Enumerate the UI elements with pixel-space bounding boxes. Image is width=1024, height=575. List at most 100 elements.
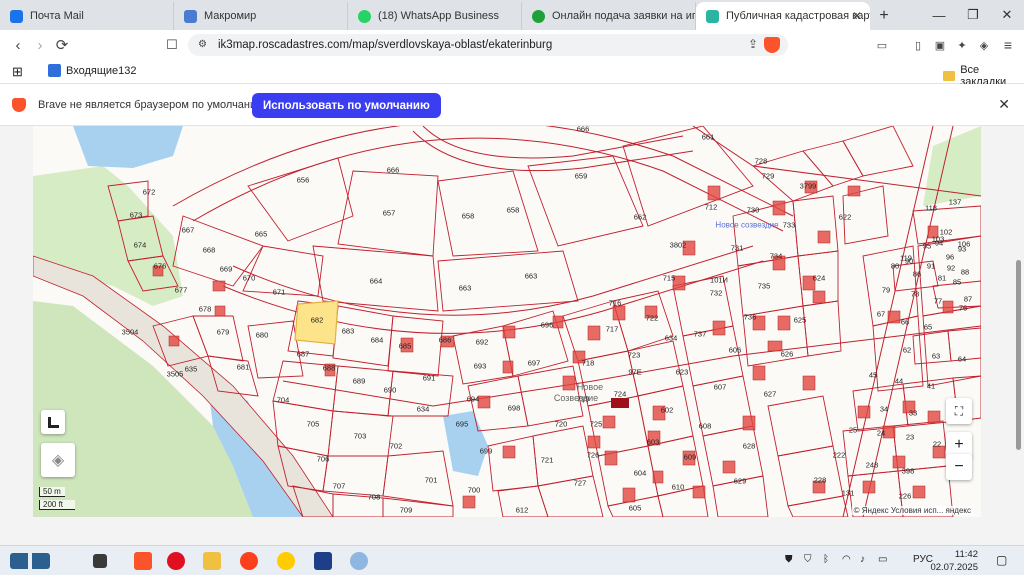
opera-icon[interactable] <box>167 552 185 570</box>
parcel-label: 709 <box>399 505 413 515</box>
url-text: ik3map.roscadastres.com/map/sverdlovskay… <box>218 39 553 51</box>
page-scrollbar[interactable] <box>1015 132 1022 532</box>
paint-icon[interactable] <box>350 552 368 570</box>
parcel-label: 602 <box>660 405 674 415</box>
parcel-label: 656 <box>296 175 310 185</box>
parcel-label: 700 <box>467 485 481 495</box>
sidebar-icon[interactable]: ▯ <box>908 35 928 55</box>
tab-mail[interactable]: Почта Mail <box>0 2 174 30</box>
parcel-label: 730 <box>746 205 760 215</box>
parcel-label: 101И <box>710 275 728 285</box>
parcel-label: 679 <box>216 327 230 337</box>
bookmark-inbox[interactable]: Входящие132 <box>48 64 137 77</box>
parcel-label: 731 <box>730 243 744 253</box>
set-default-button[interactable]: Использовать по умолчанию <box>252 93 441 118</box>
tray-shield-icon[interactable]: ⛉ <box>804 554 812 565</box>
reader-icon[interactable]: ▭ <box>872 35 892 55</box>
clock-date: 02.07.2025 <box>930 562 978 573</box>
tab-makromir[interactable]: Макромир <box>174 2 348 30</box>
parcel-label: 87 <box>963 294 973 304</box>
parcel-label: 23 <box>905 432 915 442</box>
battery-icon[interactable]: ▭ <box>878 554 887 565</box>
windows-start-icon[interactable] <box>10 553 50 569</box>
speaker-icon[interactable]: ♪ <box>860 554 865 565</box>
clock[interactable]: 11:42 02.07.2025 <box>930 548 978 574</box>
parcel-label: 699 <box>479 446 493 456</box>
parcel-label: 248 <box>865 460 879 470</box>
default-browser-banner: Brave не является браузером по умолчанию… <box>0 84 1024 126</box>
bookmark-icon[interactable]: ☐ <box>162 35 182 55</box>
parcel-label: 677 <box>174 285 188 295</box>
close-icon[interactable]: ✕ <box>998 96 1010 113</box>
parcel-label: 674 <box>133 240 147 250</box>
restore-button[interactable]: ❐ <box>956 0 990 30</box>
fullscreen-button[interactable]: ⛶ <box>946 398 972 424</box>
parcel-label: 398 <box>901 466 915 476</box>
tab-whatsapp[interactable]: (18) WhatsApp Business <box>348 2 522 30</box>
new-tab-button[interactable]: + <box>870 2 898 30</box>
defender-icon[interactable]: ⛊ <box>785 554 793 565</box>
folder-icon <box>943 71 956 81</box>
reload-button[interactable]: ⟳ <box>52 35 72 55</box>
site-settings-icon[interactable]: ⚙ <box>198 39 210 51</box>
highlighted-building[interactable] <box>611 398 629 408</box>
tab-cadastre[interactable]: Публичная кадастровая карт ✕ <box>696 2 870 30</box>
layers-toggle-button[interactable] <box>41 410 65 434</box>
yandex-music-icon[interactable] <box>277 552 295 570</box>
forward-button[interactable]: › <box>30 35 50 55</box>
brave-taskbar-icon[interactable] <box>134 552 152 570</box>
parcel-label: 705 <box>306 419 320 429</box>
vpn-icon[interactable]: ◈ <box>974 35 994 55</box>
wifi-icon[interactable]: ◠ <box>842 554 851 565</box>
wallet-icon[interactable]: ▣ <box>930 35 950 55</box>
brave-shield-icon[interactable] <box>764 37 780 53</box>
layers-icon: ◈ <box>51 452 65 469</box>
parcel-label: 685 <box>398 341 412 351</box>
water-area <box>73 126 183 168</box>
zoom-out-button[interactable]: − <box>946 454 972 480</box>
parcel-label: 137 <box>948 197 962 207</box>
scrollbar-thumb[interactable] <box>1016 260 1021 450</box>
parcel-label: 607 <box>713 382 727 392</box>
parcel-label: 25 <box>848 425 858 435</box>
parcel-label: 63 <box>931 351 941 361</box>
close-window-button[interactable]: ✕ <box>990 0 1024 30</box>
parcel-label: 88 <box>960 267 970 277</box>
parcel-label: 97Е <box>628 367 642 377</box>
menu-icon[interactable]: ≡ <box>998 35 1018 55</box>
place-name: Новое созвездие <box>715 220 779 230</box>
yandex-browser-icon[interactable] <box>240 552 258 570</box>
parcel-label: 33 <box>908 408 918 418</box>
parcel-label: 707 <box>332 481 346 491</box>
layers-button[interactable]: ◈ <box>41 443 75 477</box>
back-button[interactable]: ‹ <box>8 35 28 55</box>
parcel-label: 3799 <box>799 181 817 191</box>
parcel-label: 681 <box>236 362 250 372</box>
cadastre-icon <box>706 10 719 23</box>
task-view-icon[interactable] <box>93 554 107 568</box>
parcel-label: 704 <box>276 395 290 405</box>
notifications-icon[interactable]: ▢ <box>996 553 1007 567</box>
bluetooth-icon[interactable]: ᛒ <box>823 554 829 565</box>
parcel-label: 690 <box>383 385 397 395</box>
leo-ai-icon[interactable]: ✦ <box>952 35 972 55</box>
parcel-boundary <box>192 137 784 232</box>
file-explorer-icon[interactable] <box>203 552 221 570</box>
parcel-label: 64 <box>957 354 967 364</box>
map-attribution[interactable]: © Яндекс Условия исп... яндекс <box>851 506 973 515</box>
parcel-label: 696 <box>540 320 554 330</box>
app-shield-icon[interactable] <box>314 552 332 570</box>
address-bar[interactable]: ⚙ ik3map.roscadastres.com/map/sverdlovsk… <box>188 34 788 56</box>
parcel-label: 634 <box>416 404 430 414</box>
parcel-label: 703 <box>353 431 367 441</box>
parcel-label: 718 <box>581 358 595 368</box>
parcel-boundary <box>422 126 684 159</box>
cadastral-map[interactable]: 666 666 661 728 729 3799 659 656 657 658… <box>33 126 981 517</box>
minimize-button[interactable]: — <box>922 0 956 30</box>
close-icon[interactable]: ✕ <box>852 9 862 23</box>
domclick-icon <box>532 10 545 23</box>
tab-mortgage[interactable]: Онлайн подача заявки на ипоте <box>522 2 696 30</box>
share-icon[interactable]: ⇪ <box>748 37 758 51</box>
apps-icon[interactable]: ⊞ <box>12 64 23 80</box>
parcel-label: 119 <box>900 253 912 263</box>
